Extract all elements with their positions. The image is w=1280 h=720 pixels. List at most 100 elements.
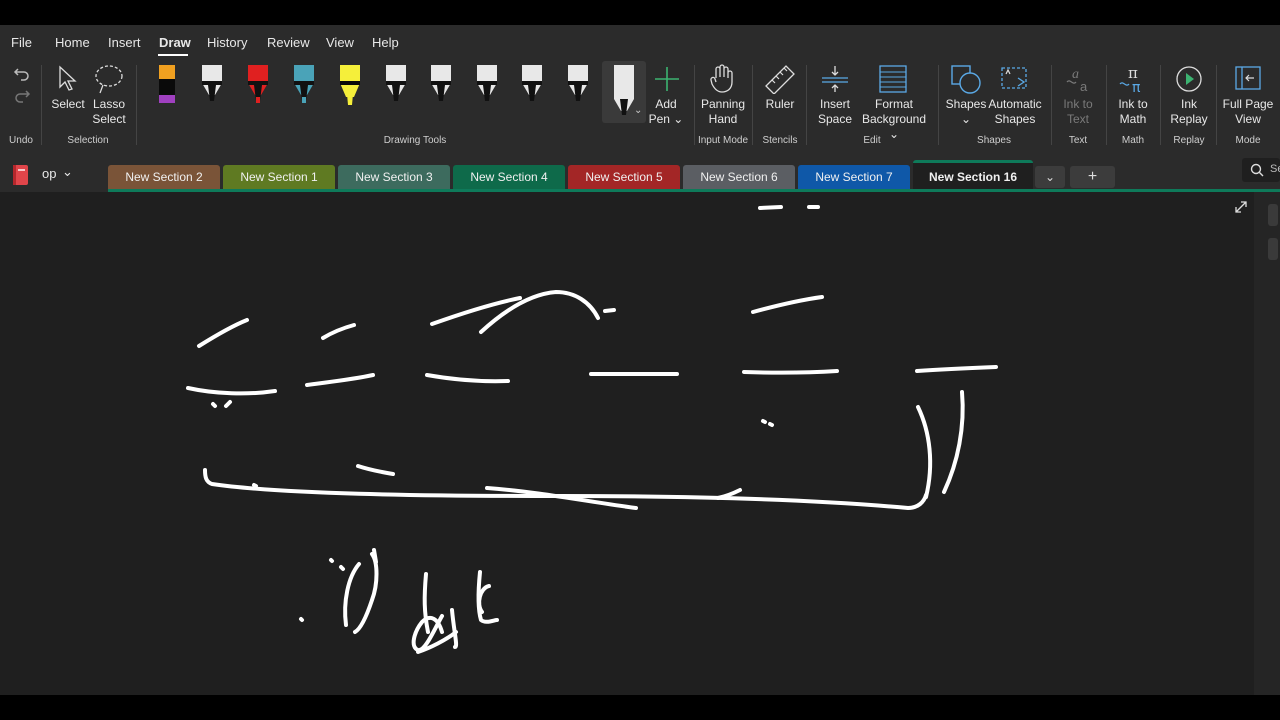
divider [1106,65,1107,145]
section-tab[interactable]: New Section 7 [798,165,910,189]
section-tab[interactable]: New Section 2 [108,165,220,189]
ruler-icon [765,65,795,94]
divider [136,65,137,145]
pen-selected-icon[interactable] [612,63,636,121]
panning-hand-button[interactable]: Panning Hand [700,97,746,127]
input-mode-group-label: Input Mode [697,135,749,146]
automatic-shapes-icon [1001,67,1027,89]
menu-draw[interactable]: Draw [159,35,191,50]
menu-review[interactable]: Review [267,35,310,50]
svg-text:a: a [1080,79,1088,94]
pen-icon[interactable] [384,63,408,109]
text-group-label: Text [1068,135,1088,146]
note-canvas[interactable] [0,192,1254,695]
redo-icon[interactable] [12,85,32,105]
section-tab-label: New Section 16 [928,170,1018,184]
selection-group-label: Selection [67,135,109,146]
section-tab-label: New Section 1 [240,170,318,184]
notebook-icon [13,165,28,185]
select-button[interactable]: Select [48,97,88,112]
pen-icon[interactable] [566,63,590,109]
pen-icon[interactable] [520,63,544,109]
lasso-icon [95,65,123,94]
section-tab-label: New Section 2 [125,170,203,184]
search-box[interactable]: Se [1242,158,1280,182]
undo-icon[interactable] [12,63,32,83]
shapes-icon [951,65,981,94]
divider [752,65,753,145]
svg-text:π: π [1132,80,1141,94]
section-tab[interactable]: New Section 1 [223,165,335,189]
menu-file[interactable]: File [11,35,32,50]
lasso-select-button[interactable]: Lasso Select [88,97,130,127]
select-arrow-icon [59,65,77,91]
section-tab[interactable]: New Section 6 [683,165,795,189]
ink-replay-icon [1176,66,1202,92]
menu-help[interactable]: Help [372,35,399,50]
scrollbar-thumb[interactable] [1268,238,1278,260]
hand-icon [710,64,733,93]
title-bar [0,0,1280,25]
section-tab-label: New Section 5 [585,170,663,184]
menu-home[interactable]: Home [55,35,90,50]
ink-replay-button[interactable]: Ink Replay [1166,97,1212,127]
add-section-button[interactable]: + [1070,166,1115,188]
drawing-tools-group-label: Drawing Tools [383,135,447,146]
shapes-button[interactable]: Shapes ⌄ [944,97,988,127]
menu-view[interactable]: View [326,35,354,50]
ink-strokes [186,205,998,654]
pen-icon[interactable] [475,63,499,109]
insert-space-icon [822,66,848,92]
divider [1216,65,1217,145]
active-menu-indicator [158,54,188,56]
divider [1051,65,1052,145]
shapes-group-label: Shapes [977,135,1011,146]
ink-to-math-icon: ππ [1119,64,1141,94]
highlighter-yellow-icon[interactable] [338,63,362,109]
notebook-chevron-icon[interactable]: ⌄ [62,164,73,180]
ink-to-math-button[interactable]: Ink to Math [1112,97,1154,127]
divider [806,65,807,145]
pen-icon[interactable] [246,63,270,109]
more-sections-button[interactable]: ⌄ [1035,166,1065,188]
search-icon [1250,163,1264,177]
svg-text:a: a [1072,67,1079,82]
math-group-label: Math [1121,135,1145,146]
ink-to-text-icon: aa [1066,67,1088,94]
pen-icon[interactable] [292,63,316,109]
pen-orange-purple-icon[interactable] [155,63,179,107]
section-tab[interactable]: New Section 3 [338,165,450,189]
vertical-scrollbar[interactable] [1254,192,1280,695]
section-tab[interactable]: New Section 5 [568,165,680,189]
section-tab[interactable]: New Section 4 [453,165,565,189]
section-tab[interactable]: New Section 16 [913,160,1033,190]
menu-history[interactable]: History [207,35,247,50]
automatic-shapes-button[interactable]: Automatic Shapes [986,97,1044,127]
menu-insert[interactable]: Insert [108,35,141,50]
section-tab-label: New Section 4 [470,170,548,184]
edit-group-label: Edit [863,135,881,146]
full-page-view-button[interactable]: Full Page View [1220,97,1276,127]
full-page-view-icon [1235,66,1261,90]
section-tab-label: New Section 3 [355,170,433,184]
add-pen-button[interactable]: Add Pen ⌄ [646,97,686,127]
ruler-button[interactable]: Ruler [760,97,800,112]
divider [694,65,695,145]
divider [41,65,42,145]
pen-icon[interactable] [200,63,224,109]
insert-space-button[interactable]: Insert Space [814,97,856,127]
ink-to-text-button[interactable]: Ink to Text [1058,97,1098,127]
mode-group-label: Mode [1235,135,1261,146]
format-background-icon [879,65,907,93]
ribbon: Undo Select Lasso Select Selection ⌄ Add P… [0,59,1280,152]
section-tab-label: New Section 6 [700,170,778,184]
pen-icon[interactable] [429,63,453,109]
notebook-name[interactable]: op [42,166,56,181]
scrollbar-thumb[interactable] [1268,204,1278,226]
section-tab-label: New Section 7 [815,170,893,184]
replay-group-label: Replay [1173,135,1205,146]
plus-icon [655,67,679,91]
divider [1160,65,1161,145]
chevron-down-icon[interactable]: ⌄ [634,105,642,116]
stencils-group-label: Stencils [762,135,798,146]
